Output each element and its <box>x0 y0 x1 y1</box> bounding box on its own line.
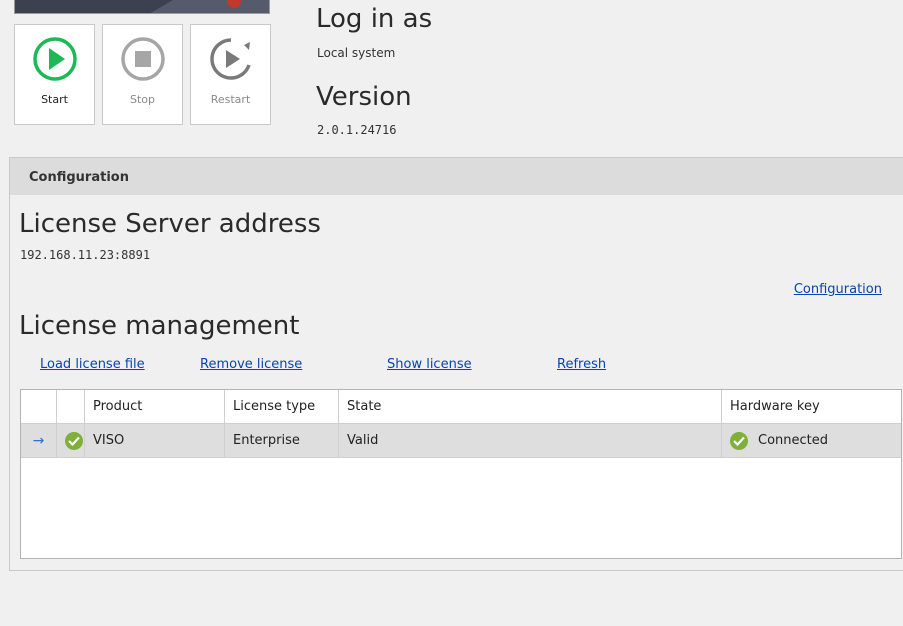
stop-label: Stop <box>129 93 155 106</box>
row-hardware-key: Connected <box>758 433 829 448</box>
row-state: Valid <box>339 424 722 458</box>
table-row[interactable]: → VISO Enterprise Valid Connected <box>21 424 901 458</box>
column-header-product[interactable]: Product <box>85 390 225 424</box>
banner-wedge <box>149 0 269 13</box>
play-icon <box>31 35 79 83</box>
configuration-link[interactable]: Configuration <box>794 282 882 297</box>
version-title: Version <box>316 82 412 112</box>
restart-button[interactable]: Restart <box>190 24 271 125</box>
license-service-window: Start Stop Restart Log in as Local syste… <box>0 0 903 626</box>
column-header-state[interactable]: State <box>339 390 722 424</box>
column-header-status <box>57 390 85 424</box>
show-license-link[interactable]: Show license <box>387 357 472 372</box>
load-license-file-link[interactable]: Load license file <box>40 357 145 372</box>
configuration-header-label: Configuration <box>29 170 129 185</box>
license-server-title: License Server address <box>19 209 321 239</box>
column-header-license-type[interactable]: License type <box>225 390 339 424</box>
configuration-header: Configuration <box>10 157 903 195</box>
refresh-link[interactable]: Refresh <box>557 357 606 372</box>
license-table[interactable]: Product License type State Hardware key … <box>20 389 902 559</box>
login-as-title: Log in as <box>316 4 433 34</box>
row-license-type: Enterprise <box>225 424 339 458</box>
column-header-indicator <box>21 390 57 424</box>
stop-button[interactable]: Stop <box>102 24 183 125</box>
header-banner-image <box>14 0 270 14</box>
restart-label: Restart <box>210 93 251 106</box>
restart-icon <box>207 35 255 83</box>
version-value: 2.0.1.24716 <box>317 123 397 137</box>
row-product: VISO <box>85 424 225 458</box>
license-server-value: 192.168.11.23:8891 <box>20 248 151 262</box>
table-header-row: Product License type State Hardware key <box>21 390 901 424</box>
row-status-cell <box>57 424 85 458</box>
row-selected-arrow-icon: → <box>21 424 57 458</box>
hardware-connected-check-icon <box>730 431 748 450</box>
login-as-value: Local system <box>317 46 396 60</box>
stop-icon <box>119 35 167 83</box>
column-header-hardware-key[interactable]: Hardware key <box>722 390 901 424</box>
remove-license-link[interactable]: Remove license <box>200 357 302 372</box>
start-button[interactable]: Start <box>14 24 95 125</box>
row-hardware-key-cell: Connected <box>722 424 901 458</box>
start-label: Start <box>41 93 68 106</box>
license-management-title: License management <box>19 311 300 341</box>
check-circle-icon <box>65 431 83 450</box>
